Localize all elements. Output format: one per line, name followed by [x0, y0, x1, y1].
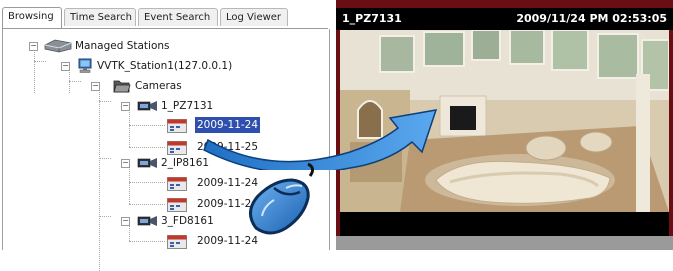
playback-window: Browsing Time Search Event Search Log Vi… — [0, 0, 673, 271]
video-timestamp: 2009/11/24 PM 02:53:05 — [516, 12, 667, 25]
recording-date-icon — [167, 235, 187, 254]
recording-date-icon — [167, 177, 187, 196]
camera-icon — [137, 100, 159, 117]
tree-node-camera-3[interactable]: − 3_FD8161 — [121, 213, 241, 229]
mouse-icon — [249, 162, 315, 235]
tab-time-search[interactable]: Time Search — [64, 8, 136, 26]
camera-icon — [137, 215, 159, 232]
tab-bar: Browsing Time Search Event Search Log Vi… — [2, 7, 328, 29]
tree-label-root: Managed Stations — [75, 40, 170, 52]
tree-node-station[interactable]: − VVTK_Station1(127.0.0.1) — [61, 58, 301, 74]
collapse-toggle[interactable]: − — [121, 102, 130, 111]
tree-label-camera-3: 3_FD8161 — [161, 215, 214, 227]
video-footer-bar — [340, 212, 669, 236]
computer-icon — [77, 58, 93, 79]
video-camera-name: 1_PZ7131 — [342, 12, 402, 25]
camera-icon — [137, 157, 159, 174]
tab-log-viewer[interactable]: Log Viewer — [220, 8, 288, 26]
collapse-toggle[interactable]: − — [91, 82, 100, 91]
video-status-bar — [336, 236, 673, 250]
tree-label-station: VVTK_Station1(127.0.0.1) — [97, 60, 233, 72]
tab-browsing[interactable]: Browsing — [2, 7, 62, 28]
folder-open-icon — [113, 79, 131, 98]
tree-node-managed-stations[interactable]: − Managed Stations — [29, 38, 229, 54]
collapse-toggle[interactable]: − — [29, 42, 38, 51]
collapse-toggle[interactable]: − — [121, 217, 130, 226]
tree-node-cameras[interactable]: − Cameras — [91, 78, 211, 94]
video-header: 1_PZ7131 2009/11/24 PM 02:53:05 — [336, 8, 673, 30]
collapse-toggle[interactable]: − — [61, 62, 70, 71]
tab-event-search[interactable]: Event Search — [138, 8, 218, 26]
server-group-icon — [43, 39, 73, 58]
collapse-toggle[interactable]: − — [121, 159, 130, 168]
tree-label-cameras: Cameras — [135, 80, 182, 92]
recording-date-icon — [167, 119, 187, 138]
